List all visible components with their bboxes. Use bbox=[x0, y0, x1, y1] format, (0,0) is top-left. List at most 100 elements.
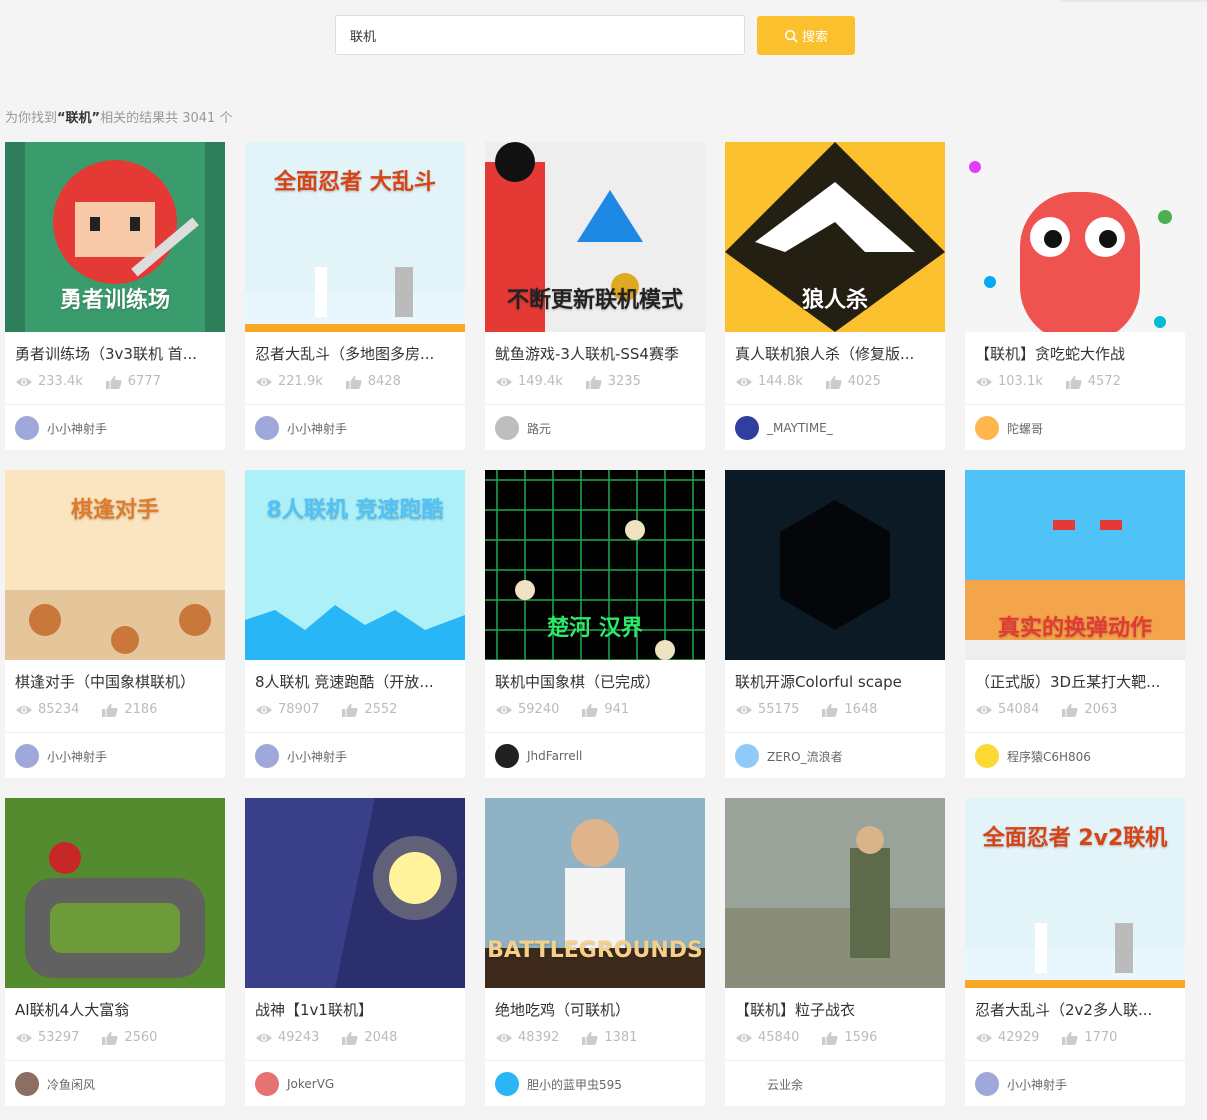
author-info[interactable]: 胆小的蓝甲虫595 bbox=[495, 1072, 622, 1096]
author-avatar[interactable] bbox=[255, 1072, 279, 1096]
author-info[interactable]: 云业余 bbox=[735, 1072, 803, 1096]
author-name[interactable]: 路元 bbox=[527, 420, 551, 437]
game-card[interactable]: 狼人杀 真人联机狼人杀（修复版... 144.8k 4025 _MAYTIME_ bbox=[725, 142, 945, 450]
game-thumbnail[interactable]: 8人联机 竞速跑酷 bbox=[245, 470, 465, 660]
game-title[interactable]: 8人联机 竞速跑酷（开放... bbox=[255, 671, 455, 692]
likes-count: 3235 bbox=[607, 374, 641, 389]
card-divider bbox=[725, 732, 945, 733]
author-name[interactable]: 小小神射手 bbox=[1007, 1076, 1067, 1093]
author-name[interactable]: 小小神射手 bbox=[47, 420, 107, 437]
game-title[interactable]: AI联机4人大富翁 bbox=[15, 999, 215, 1020]
author-name[interactable]: 冷鱼闲风 bbox=[47, 1076, 95, 1093]
author-name[interactable]: 小小神射手 bbox=[287, 420, 347, 437]
author-info[interactable]: 冷鱼闲风 bbox=[15, 1072, 95, 1096]
game-title[interactable]: 绝地吃鸡（可联机） bbox=[495, 999, 695, 1020]
author-avatar[interactable] bbox=[975, 744, 999, 768]
author-name[interactable]: 陀螺哥 bbox=[1007, 420, 1043, 437]
author-avatar[interactable] bbox=[735, 1072, 759, 1096]
game-thumbnail[interactable] bbox=[725, 470, 945, 660]
result-summary: 为你找到“联机”相关的结果共 3041 个 bbox=[5, 107, 232, 126]
author-info[interactable]: JokerVG bbox=[255, 1072, 334, 1096]
game-title[interactable]: 联机中国象棋（已完成） bbox=[495, 671, 695, 692]
author-name[interactable]: _MAYTIME_ bbox=[767, 421, 833, 435]
game-title[interactable]: 鱿鱼游戏-3人联机-SS4赛季 bbox=[495, 343, 695, 364]
author-avatar[interactable] bbox=[255, 416, 279, 440]
author-name[interactable]: JhdFarrell bbox=[527, 749, 582, 763]
game-thumbnail[interactable]: 全面忍者 2v2联机 bbox=[965, 798, 1185, 988]
author-info[interactable]: 小小神射手 bbox=[15, 416, 107, 440]
game-card[interactable]: 不断更新联机模式 鱿鱼游戏-3人联机-SS4赛季 149.4k 3235 路元 bbox=[485, 142, 705, 450]
author-avatar[interactable] bbox=[255, 744, 279, 768]
game-title[interactable]: 【联机】贪吃蛇大作战 bbox=[975, 343, 1175, 364]
card-divider bbox=[245, 732, 465, 733]
game-thumbnail[interactable]: 勇者训练场 bbox=[5, 142, 225, 332]
game-title[interactable]: 【联机】粒子战衣 bbox=[735, 999, 935, 1020]
author-info[interactable]: 程序猿C6H806 bbox=[975, 744, 1091, 768]
game-card[interactable]: 全面忍者 大乱斗 忍者大乱斗（多地图多房... 221.9k 8428 小小神射… bbox=[245, 142, 465, 450]
game-thumbnail[interactable]: 不断更新联机模式 bbox=[485, 142, 705, 332]
game-title[interactable]: 战神【1v1联机】 bbox=[255, 999, 455, 1020]
game-thumbnail[interactable] bbox=[5, 798, 225, 988]
game-card[interactable]: 战神【1v1联机】 49243 2048 JokerVG bbox=[245, 798, 465, 1106]
game-card[interactable]: 【联机】贪吃蛇大作战 103.1k 4572 陀螺哥 bbox=[965, 142, 1185, 450]
author-info[interactable]: _MAYTIME_ bbox=[735, 416, 833, 440]
game-title[interactable]: 联机开源Colorful scape bbox=[735, 671, 935, 692]
author-avatar[interactable] bbox=[975, 416, 999, 440]
author-name[interactable]: 胆小的蓝甲虫595 bbox=[527, 1076, 622, 1093]
views-stat: 233.4k bbox=[15, 374, 83, 389]
author-avatar[interactable] bbox=[735, 416, 759, 440]
author-name[interactable]: 程序猿C6H806 bbox=[1007, 748, 1091, 765]
views-stat: 221.9k bbox=[255, 374, 323, 389]
game-card[interactable]: 真实的换弹动作 （正式版）3D丘某打大靶... 54084 2063 程序猿C6… bbox=[965, 470, 1185, 778]
author-info[interactable]: JhdFarrell bbox=[495, 744, 582, 768]
author-info[interactable]: 小小神射手 bbox=[15, 744, 107, 768]
author-name[interactable]: 云业余 bbox=[767, 1076, 803, 1093]
game-title[interactable]: 忍者大乱斗（多地图多房... bbox=[255, 343, 455, 364]
author-avatar[interactable] bbox=[495, 416, 519, 440]
author-avatar[interactable] bbox=[15, 416, 39, 440]
game-thumbnail[interactable] bbox=[725, 798, 945, 988]
author-avatar[interactable] bbox=[15, 1072, 39, 1096]
author-name[interactable]: ZERO_流浪者 bbox=[767, 748, 843, 765]
search-bar: 搜索 bbox=[335, 15, 855, 57]
game-thumbnail[interactable] bbox=[245, 798, 465, 988]
author-info[interactable]: 陀螺哥 bbox=[975, 416, 1043, 440]
game-thumbnail[interactable]: 棋逢对手 bbox=[5, 470, 225, 660]
game-card[interactable]: 8人联机 竞速跑酷 8人联机 竞速跑酷（开放... 78907 2552 小小神… bbox=[245, 470, 465, 778]
game-card[interactable]: 勇者训练场 勇者训练场（3v3联机 首... 233.4k 6777 小小神射手 bbox=[5, 142, 225, 450]
game-title[interactable]: 勇者训练场（3v3联机 首... bbox=[15, 343, 215, 364]
likes-stat: 2560 bbox=[101, 1030, 157, 1045]
game-title[interactable]: 棋逢对手（中国象棋联机） bbox=[15, 671, 215, 692]
game-card[interactable]: 【联机】粒子战衣 45840 1596 云业余 bbox=[725, 798, 945, 1106]
author-name[interactable]: 小小神射手 bbox=[287, 748, 347, 765]
game-thumbnail[interactable]: BATTLEGROUNDS bbox=[485, 798, 705, 988]
author-info[interactable]: 小小神射手 bbox=[975, 1072, 1067, 1096]
game-thumbnail[interactable]: 全面忍者 大乱斗 bbox=[245, 142, 465, 332]
author-name[interactable]: JokerVG bbox=[287, 1077, 334, 1091]
author-avatar[interactable] bbox=[495, 744, 519, 768]
game-card[interactable]: AI联机4人大富翁 53297 2560 冷鱼闲风 bbox=[5, 798, 225, 1106]
search-button[interactable]: 搜索 bbox=[757, 16, 855, 55]
game-thumbnail[interactable]: 狼人杀 bbox=[725, 142, 945, 332]
author-info[interactable]: 小小神射手 bbox=[255, 416, 347, 440]
author-info[interactable]: 小小神射手 bbox=[255, 744, 347, 768]
game-card[interactable]: 楚河 汉界 联机中国象棋（已完成） 59240 941 JhdFarrell bbox=[485, 470, 705, 778]
game-thumbnail[interactable]: 真实的换弹动作 bbox=[965, 470, 1185, 660]
author-avatar[interactable] bbox=[735, 744, 759, 768]
game-title[interactable]: 真人联机狼人杀（修复版... bbox=[735, 343, 935, 364]
game-card[interactable]: 棋逢对手 棋逢对手（中国象棋联机） 85234 2186 小小神射手 bbox=[5, 470, 225, 778]
author-avatar[interactable] bbox=[495, 1072, 519, 1096]
game-card[interactable]: 全面忍者 2v2联机 忍者大乱斗（2v2多人联... 42929 1770 小小… bbox=[965, 798, 1185, 1106]
author-info[interactable]: ZERO_流浪者 bbox=[735, 744, 843, 768]
game-title[interactable]: （正式版）3D丘某打大靶... bbox=[975, 671, 1175, 692]
author-name[interactable]: 小小神射手 bbox=[47, 748, 107, 765]
game-thumbnail[interactable] bbox=[965, 142, 1185, 332]
author-info[interactable]: 路元 bbox=[495, 416, 551, 440]
game-thumbnail[interactable]: 楚河 汉界 bbox=[485, 470, 705, 660]
game-card[interactable]: 联机开源Colorful scape 55175 1648 ZERO_流浪者 bbox=[725, 470, 945, 778]
author-avatar[interactable] bbox=[15, 744, 39, 768]
author-avatar[interactable] bbox=[975, 1072, 999, 1096]
search-input[interactable] bbox=[335, 15, 745, 55]
game-card[interactable]: BATTLEGROUNDS 绝地吃鸡（可联机） 48392 1381 胆小的蓝甲… bbox=[485, 798, 705, 1106]
game-title[interactable]: 忍者大乱斗（2v2多人联... bbox=[975, 999, 1175, 1020]
